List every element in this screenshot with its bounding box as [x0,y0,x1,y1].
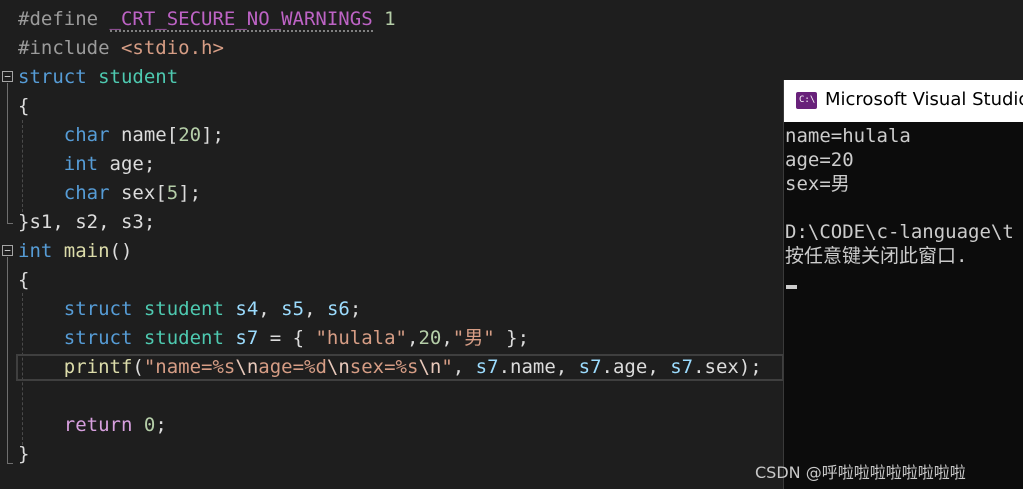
brace: { [18,269,30,291]
fold-toggle-icon[interactable]: − [2,245,13,256]
punctuation: [ [155,182,167,204]
console-title: Microsoft Visual Studio [825,89,1023,110]
brace: { [18,95,30,117]
fold-range-end [7,223,13,224]
console-app-icon: C:\ [796,92,817,109]
punctuation: [ [166,124,179,146]
escape-sequence: \n [235,356,259,378]
string-literal: age=%d [258,356,327,378]
include-header: <stdio.h> [120,37,224,59]
punctuation: = { [258,327,316,349]
punctuation: ; [155,414,167,436]
punctuation: , [304,298,327,320]
code-line-12[interactable]: struct student s7 = { "hulala",20,"男" }; [18,324,529,353]
console-icon-glyph: C:\ [799,95,816,105]
function-call: printf [63,356,133,378]
console-cursor [786,285,797,289]
variable: s7 [475,356,499,378]
code-line-4[interactable]: { [18,92,29,121]
punctuation: ]; [201,124,224,146]
punctuation: ); [738,356,762,378]
keyword: char [63,124,110,146]
escape-sequence: \n [418,356,442,378]
string-literal: "name=%s [143,356,236,378]
console-titlebar[interactable]: C:\ Microsoft Visual Studio [784,80,1023,122]
keyword: char [63,182,110,204]
console-window[interactable]: C:\ Microsoft Visual Studio name=hulala … [783,80,1023,489]
punctuation: ; [349,298,362,320]
keyword: return [63,414,133,436]
fold-range-line [7,257,8,463]
console-output-line: sex=男 [785,173,850,195]
string-literal: " [441,356,453,378]
member-access: .age [601,356,648,378]
keyword: int [63,153,99,175]
code-line-11[interactable]: struct student s4, s5, s6; [18,295,362,324]
punctuation: }; [494,327,530,349]
code-line-16[interactable]: } [18,440,29,469]
field-name: age; [109,153,156,175]
number-literal: 20 [178,124,202,146]
member-access: .name [498,356,556,378]
code-line-6[interactable]: int age; [18,150,156,179]
variable: s7 [235,327,259,349]
variable: s7 [578,356,602,378]
code-line-3[interactable]: struct student [18,63,178,92]
keyword: struct [18,66,87,88]
punctuation: , [407,327,419,349]
struct-name: student [98,66,179,88]
punctuation: , [452,356,476,378]
number-literal: 5 [166,182,179,204]
macro-name: _CRT_SECURE_NO_WARNINGS [109,8,373,32]
function-name: main [63,240,110,262]
variable: s5 [281,298,305,320]
punctuation: ]; [178,182,202,204]
code-line-5[interactable]: char name[20]; [18,121,224,150]
number-literal: 1 [384,8,396,30]
console-output-line: age=20 [785,149,854,171]
preprocessor-keyword: #include [18,37,110,59]
string-literal: "男" [452,327,495,349]
code-line-1[interactable]: #define _CRT_SECURE_NO_WARNINGS 1 [18,5,396,34]
keyword: struct [63,298,133,320]
struct-name: student [143,298,224,320]
member-access: .sex [693,356,739,378]
code-line-15[interactable]: return 0; [18,411,167,440]
string-literal: "hulala" [315,327,407,349]
console-output-line: name=hulala [785,125,911,147]
punctuation: , [647,356,671,378]
field-name: sex [120,182,156,204]
watermark-text: CSDN @呼啦啦啦啦啦啦啦啦 [755,463,966,482]
punctuation: , [555,356,579,378]
code-line-7[interactable]: char sex[5]; [18,179,201,208]
code-line-2[interactable]: #include <stdio.h> [18,34,224,63]
number-literal: 20 [418,327,442,349]
punctuation: () [109,240,133,262]
struct-variables: }s1, s2, s3; [18,211,156,233]
variable: s4 [235,298,259,320]
number-literal: 0 [143,414,156,436]
fold-range-end [7,463,13,464]
punctuation: , [258,298,282,320]
variable: s7 [670,356,694,378]
code-line-9[interactable]: int main() [18,237,132,266]
preprocessor-keyword: #define [18,8,99,30]
keyword: int [18,240,53,262]
console-output-line: D:\CODE\c-language\t [785,221,1014,243]
punctuation: ( [132,356,144,378]
fold-toggle-icon[interactable]: − [2,71,13,82]
string-literal: sex=%s [349,356,419,378]
code-line-10[interactable]: { [18,266,29,295]
console-output-line: 按任意键关闭此窗口. [785,245,968,267]
field-name: name [120,124,167,146]
struct-name: student [143,327,224,349]
escape-sequence: \n [326,356,350,378]
code-line-13[interactable]: printf("name=%s\nage=%d\nsex=%s\n", s7.n… [18,353,762,382]
punctuation: , [441,327,453,349]
variable: s6 [326,298,350,320]
keyword: struct [63,327,133,349]
fold-range-line [7,83,8,223]
brace: } [18,443,30,465]
code-line-8[interactable]: }s1, s2, s3; [18,208,155,237]
